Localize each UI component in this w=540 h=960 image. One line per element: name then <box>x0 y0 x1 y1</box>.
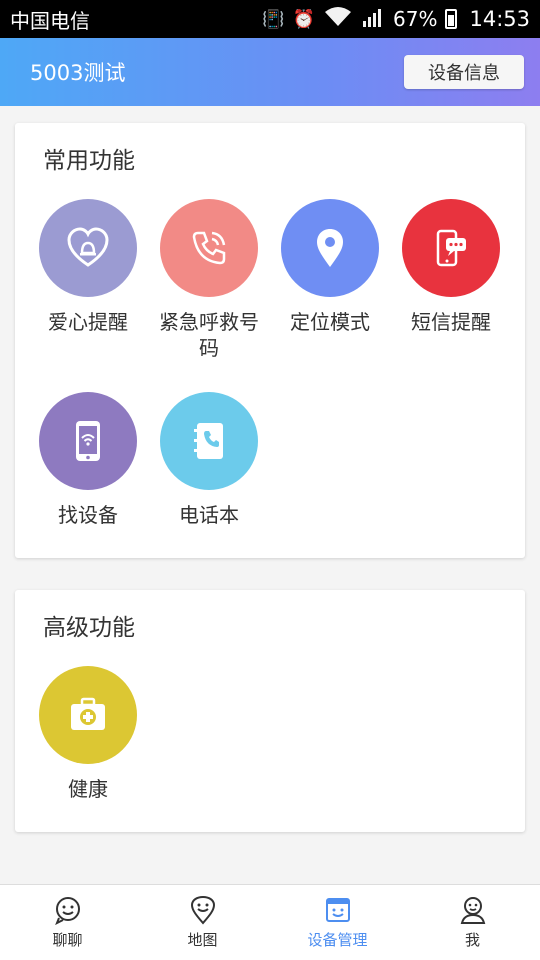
find-device-icon <box>39 392 137 490</box>
nav-label: 设备管理 <box>307 931 368 949</box>
alarm-icon: ⏰ <box>292 8 316 30</box>
sms-phone-icon <box>402 199 500 297</box>
feature-label: 短信提醒 <box>411 310 491 334</box>
advanced-functions-card: 高级功能 健康 <box>15 590 525 832</box>
app-bar: 5003测试 设备信息 <box>0 38 540 106</box>
nav-me[interactable]: 我 <box>405 885 540 960</box>
carrier-name: 中国电信 <box>10 8 90 33</box>
feature-label: 紧急呼救号码 <box>159 310 259 360</box>
feature-find-device[interactable]: 找设备 <box>28 392 148 528</box>
feature-location-mode[interactable]: 定位模式 <box>270 199 390 335</box>
map-pin-smile-icon <box>190 895 215 925</box>
feature-label: 爱心提醒 <box>48 310 128 334</box>
nav-label: 地图 <box>187 931 218 949</box>
wifi-icon <box>323 6 353 33</box>
vibrate-icon: 📳 <box>262 8 285 30</box>
profile-icon <box>460 897 485 924</box>
first-aid-kit-icon <box>39 666 137 764</box>
signal-icon <box>361 7 385 32</box>
feature-sms-reminder[interactable]: 短信提醒 <box>391 199 511 335</box>
feature-phonebook[interactable]: 电话本 <box>149 392 269 528</box>
nav-device-management[interactable]: 设备管理 <box>270 885 405 960</box>
heart-bell-icon <box>39 199 137 297</box>
clock: 14:53 <box>469 7 530 31</box>
feature-health[interactable]: 健康 <box>28 666 148 802</box>
feature-label: 定位模式 <box>290 310 370 334</box>
device-info-button[interactable]: 设备信息 <box>404 55 524 89</box>
phone-call-icon <box>160 199 258 297</box>
bottom-navigation: 聊聊 地图 设备管理 我 <box>0 884 540 960</box>
status-icons: 📳 ⏰ 67% 14:53 <box>262 6 530 33</box>
device-title: 5003测试 <box>30 61 126 85</box>
nav-chat[interactable]: 聊聊 <box>0 885 135 960</box>
nav-label: 我 <box>464 931 480 949</box>
chat-smile-icon <box>54 897 80 925</box>
device-manage-icon <box>325 898 350 922</box>
feature-label: 电话本 <box>179 503 239 527</box>
battery-icon <box>445 9 458 29</box>
feature-emergency-number[interactable]: 紧急呼救号码 <box>149 199 269 361</box>
location-pin-icon <box>281 199 379 297</box>
advanced-functions-title: 高级功能 <box>43 615 135 641</box>
nav-map[interactable]: 地图 <box>135 885 270 960</box>
feature-label: 找设备 <box>58 503 118 527</box>
nav-label: 聊聊 <box>52 931 83 949</box>
feature-love-reminder[interactable]: 爱心提醒 <box>28 199 148 335</box>
phonebook-icon <box>160 392 258 490</box>
battery-percent: 67% <box>393 7 438 31</box>
common-functions-title: 常用功能 <box>43 148 135 174</box>
common-functions-card: 常用功能 爱心提醒 紧急呼救号码 定位模式 短信提醒 找设备 电话本 <box>15 123 525 558</box>
status-bar: 中国电信 📳 ⏰ 67% 14:53 <box>0 0 540 38</box>
feature-label: 健康 <box>68 777 108 801</box>
